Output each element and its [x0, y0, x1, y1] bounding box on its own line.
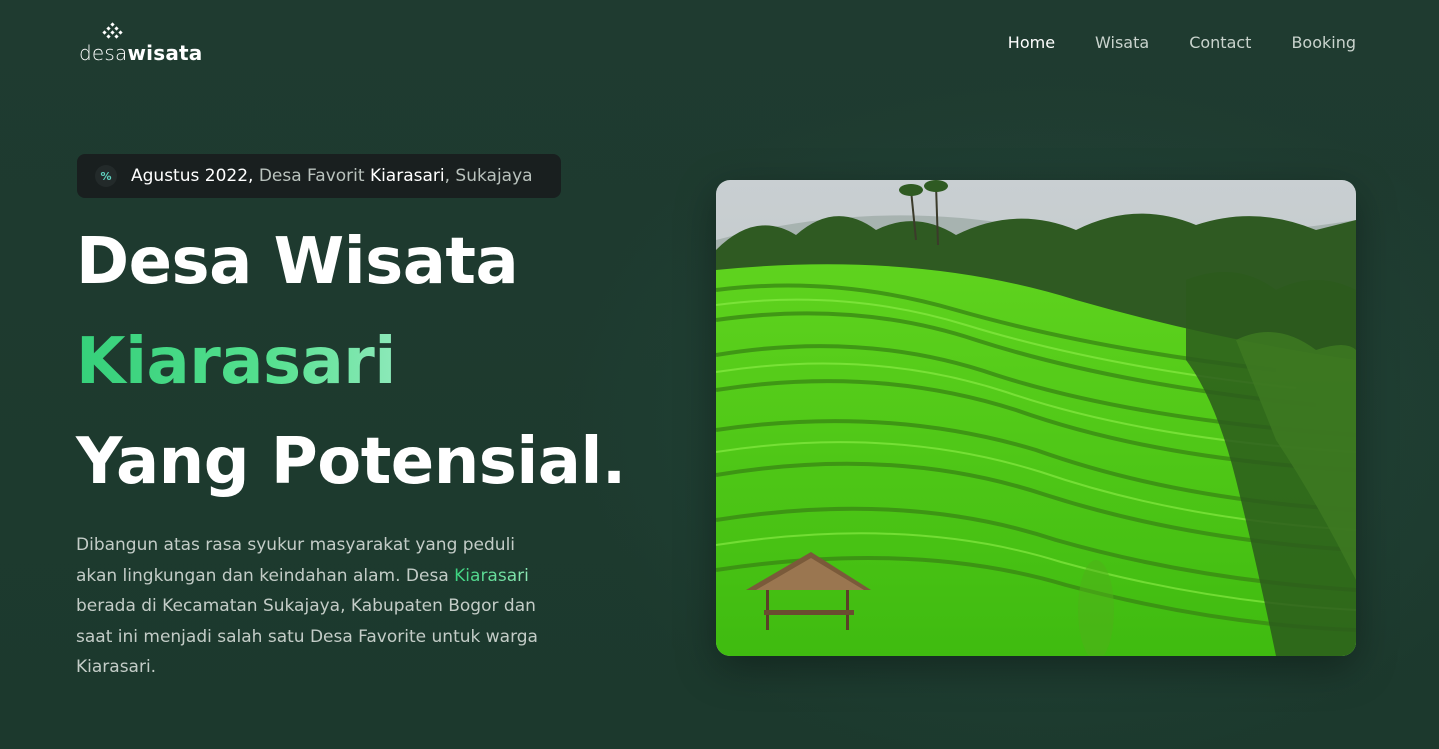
- description-part2: berada di Kecamatan Sukajaya, Kabupaten …: [76, 596, 538, 678]
- hero-image: [716, 180, 1356, 656]
- hero-title-line2: Kiarasari: [76, 312, 626, 412]
- nav-wisata[interactable]: Wisata: [1095, 33, 1149, 52]
- rice-terraces-photo: [716, 180, 1356, 656]
- badge-middle: Desa Favorit: [253, 166, 370, 186]
- hero-description: Dibangun atas rasa syukur masyarakat yan…: [76, 530, 556, 683]
- badge-village: Kiarasari: [369, 166, 445, 186]
- logo-text: desawisata: [79, 41, 202, 65]
- hero-title-line1: Desa Wisata: [76, 225, 519, 299]
- hero-title-line3: Yang Potensial.: [76, 425, 626, 499]
- announcement-badge: % Agustus 2022, Desa Favorit Kiarasari, …: [77, 154, 561, 198]
- badge-date: Agustus 2022,: [131, 166, 254, 186]
- nav-contact[interactable]: Contact: [1189, 33, 1251, 52]
- nav-home[interactable]: Home: [1008, 33, 1055, 52]
- percent-icon: %: [95, 165, 117, 187]
- logo-text-wisata: wisata: [127, 41, 203, 65]
- description-keyword: Kiarasari: [454, 565, 529, 586]
- badge-end: , Sukajaya: [444, 166, 533, 186]
- description-part1: Dibangun atas rasa syukur masyarakat yan…: [76, 535, 516, 586]
- logo-text-desa: desa: [79, 41, 128, 65]
- nav-booking[interactable]: Booking: [1291, 33, 1356, 52]
- hero-title: Desa Wisata Kiarasari Yang Potensial.: [76, 212, 626, 512]
- main-nav: Home Wisata Contact Booking: [1008, 33, 1356, 52]
- logo[interactable]: desawisata: [79, 22, 209, 66]
- badge-text: Agustus 2022, Desa Favorit Kiarasari, Su…: [131, 166, 533, 186]
